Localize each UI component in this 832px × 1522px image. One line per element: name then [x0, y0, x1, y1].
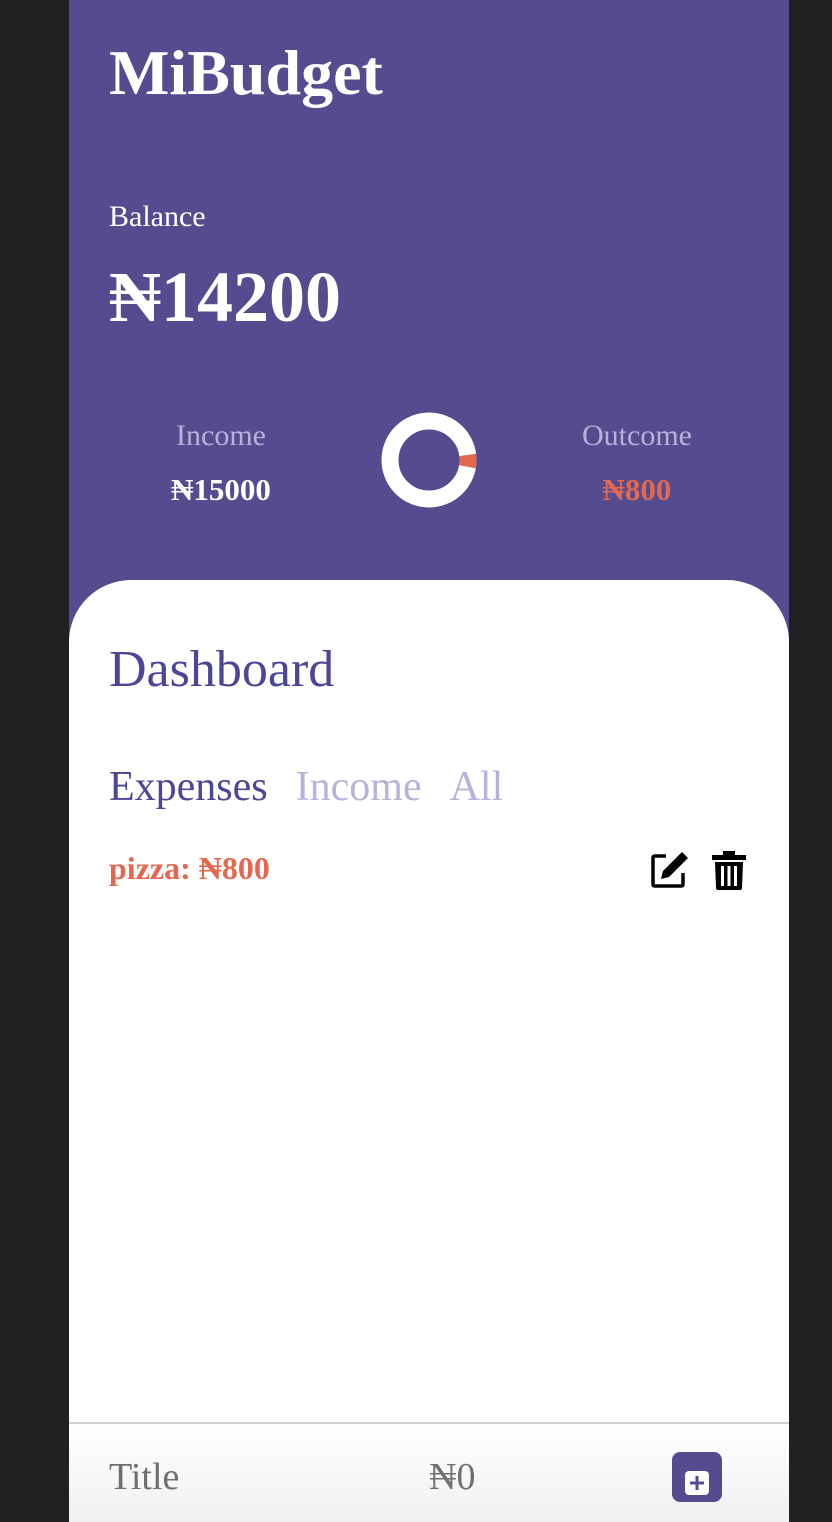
balance-label: Balance: [109, 200, 206, 233]
outcome-value: ₦800: [602, 472, 672, 507]
add-entry-bar: [69, 1422, 789, 1522]
trash-icon: [712, 851, 746, 890]
balance-value: ₦14200: [109, 257, 341, 337]
entry-amount: ₦800: [198, 850, 270, 886]
dashboard-title: Dashboard: [109, 641, 335, 698]
filter-tabs: Expenses Income All: [109, 763, 503, 811]
edit-button[interactable]: [649, 850, 689, 890]
app-title: MiBudget: [109, 37, 383, 108]
plus-icon: [685, 1471, 709, 1495]
donut-income-ring: [381, 412, 477, 508]
title-input[interactable]: [109, 1452, 359, 1502]
entry-text: pizza: ₦800: [109, 848, 270, 888]
outcome-summary: Outcome ₦800: [537, 418, 737, 508]
amount-input[interactable]: [429, 1452, 559, 1502]
delete-button[interactable]: [709, 850, 749, 890]
income-outcome-donut: [381, 412, 477, 508]
tab-expenses[interactable]: Expenses: [109, 763, 268, 811]
tab-income[interactable]: Income: [296, 763, 422, 811]
tab-all[interactable]: All: [450, 763, 504, 811]
edit-icon: [651, 852, 688, 888]
income-label: Income: [176, 419, 266, 452]
outcome-label: Outcome: [582, 419, 692, 452]
app-screen: MiBudget Balance ₦14200 Income ₦15000 Ou…: [69, 0, 789, 1522]
list-item: pizza: ₦800: [109, 846, 749, 890]
add-button[interactable]: [672, 1452, 722, 1502]
dashboard-panel: Dashboard Expenses Income All pizza: ₦800: [69, 580, 789, 1522]
entry-title: pizza:: [109, 850, 191, 886]
income-summary: Income ₦15000: [121, 418, 321, 508]
income-value: ₦15000: [171, 472, 271, 507]
